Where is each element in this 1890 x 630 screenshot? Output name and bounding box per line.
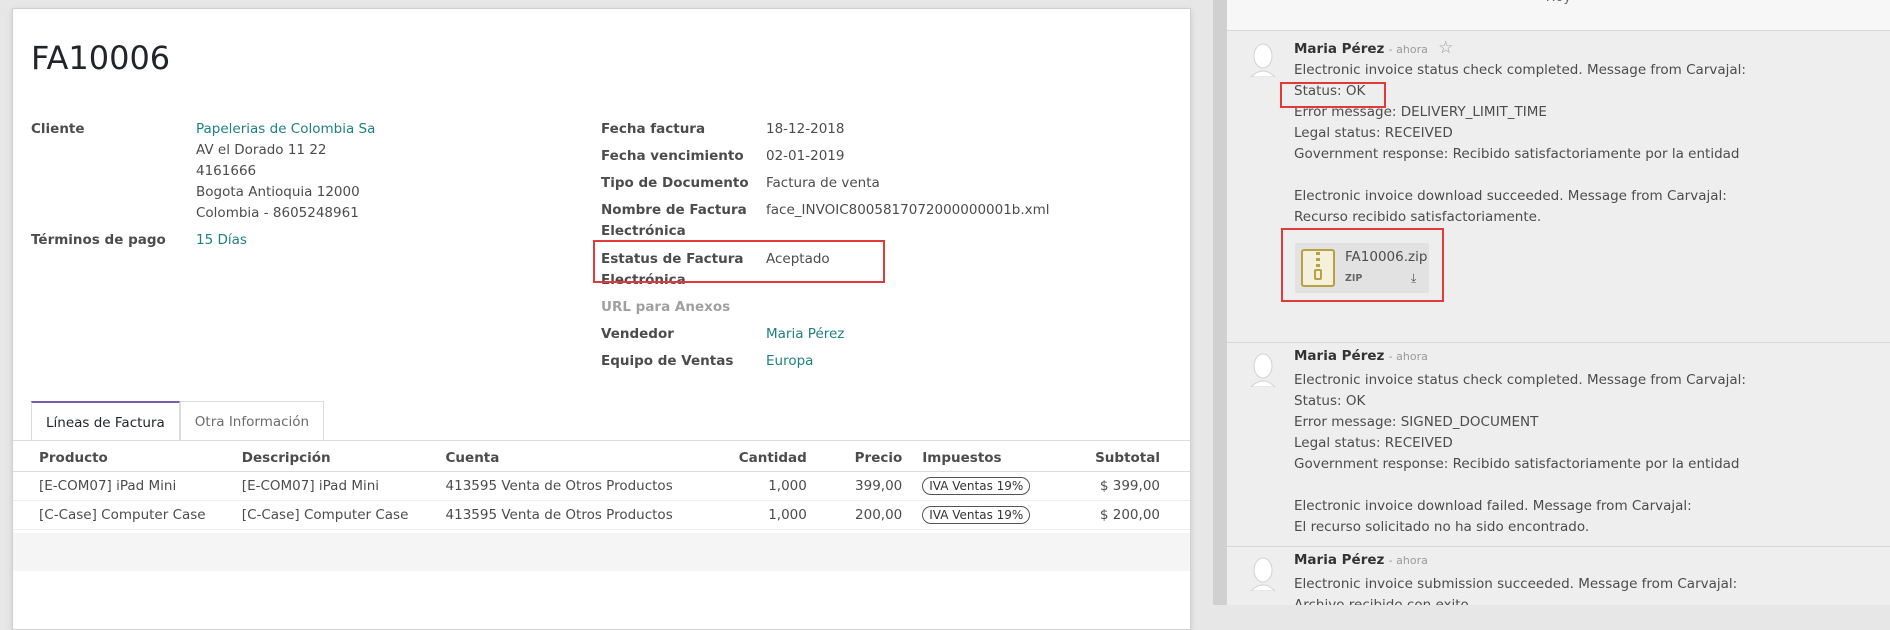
message-line [1294,165,1746,186]
einvoice-status-label: Estatus de Factura [601,251,744,267]
table-row[interactable]: [C-Case] Computer Case [C-Case] Computer… [13,500,1190,530]
salesperson-label: Vendedor [601,326,674,342]
customer-address-line: Colombia - 8605248961 [196,205,359,221]
chatter-message: Maria Pérez - ahora ☆ Electronic invoice… [1227,30,1890,343]
column-header[interactable]: Precio [816,445,913,472]
invoice-date-label: Fecha factura [601,121,706,137]
tax-badge: IVA Ventas 19% [922,506,1031,524]
message-line: Electronic invoice status check complete… [1294,62,1746,78]
zip-file-icon [1301,249,1335,287]
annex-url-label: URL para Anexos [601,299,731,315]
message-author[interactable]: Maria Pérez [1294,552,1384,568]
cell-price: 200,00 [816,500,913,530]
salesperson-link[interactable]: Maria Pérez [766,324,844,345]
table-row[interactable]: [E-COM07] iPad Mini [E-COM07] iPad Mini … [13,471,1190,501]
message-time: - ahora [1388,43,1428,56]
message-line [1294,475,1746,496]
panel-splitter[interactable] [1213,0,1227,605]
einvoice-name-label: Electrónica [601,223,686,239]
avatar-icon [1250,353,1276,387]
einvoice-name-value: face_INVOIC8005817072000000001b.xml [766,202,1050,218]
cell-subtotal: $ 200,00 [1069,500,1190,530]
message-line: Electronic invoice submission succeeded.… [1294,576,1738,592]
customer-address-line: 4161666 [196,163,257,179]
tax-badge: IVA Ventas 19% [922,477,1031,495]
invoice-lines-table: Producto Descripción Cuenta Cantidad Pre… [13,445,1190,530]
payment-terms-label: Términos de pago [31,232,166,248]
message-line: Error message: SIGNED_DOCUMENT [1294,414,1539,430]
due-date-label: Fecha vencimiento [601,148,744,164]
cell-product: [C-Case] Computer Case [13,500,216,530]
tabs-divider [13,440,1190,441]
invoice-form-area: FA10006 Cliente Papelerias de Colombia S… [0,0,1213,630]
chatter-message: Maria Pérez - ahora Electronic invoice s… [1227,546,1890,605]
message-line: Legal status: RECEIVED [1294,125,1453,141]
column-header[interactable]: Cantidad [710,445,817,472]
message-line: Government response: Recibido satisfacto… [1294,146,1740,162]
message-line: Electronic invoice download failed. Mess… [1294,498,1692,514]
sales-team-label: Equipo de Ventas [601,353,734,369]
message-line: Legal status: RECEIVED [1294,435,1453,451]
cell-subtotal: $ 399,00 [1069,471,1190,501]
attachment-ext: ZIP [1345,273,1363,284]
document-type-label: Tipo de Documento [601,175,749,191]
chatter-panel: Hoy Maria Pérez - ahora ☆ Electronic inv… [1227,0,1890,605]
table-header-row: Producto Descripción Cuenta Cantidad Pre… [13,445,1190,472]
cell-price: 399,00 [816,471,913,501]
message-line: Electronic invoice download succeeded. M… [1294,188,1727,204]
message-line: El recurso solicitado no ha sido encontr… [1294,519,1590,535]
customer-label: Cliente [31,121,85,137]
customer-address-line: Bogota Antioquia 12000 [196,184,360,200]
invoice-number: FA10006 [31,39,171,77]
date-separator: Hoy [1227,0,1890,30]
due-date-value: 02-01-2019 [766,148,845,164]
column-header[interactable]: Impuestos [912,445,1070,472]
download-icon[interactable]: ⤓ [1411,271,1416,286]
column-header[interactable]: Subtotal [1069,445,1190,472]
invoice-date-value: 18-12-2018 [766,121,845,137]
message-time: - ahora [1388,350,1428,363]
message-line: Archivo recibido con exito [1294,597,1469,605]
message-author[interactable]: Maria Pérez [1294,41,1384,57]
customer-link[interactable]: Papelerias de Colombia Sa [196,119,375,140]
message-time: - ahora [1388,554,1428,567]
document-type-value: Factura de venta [766,175,880,191]
column-header[interactable]: Producto [13,445,216,472]
message-line: Status: OK [1294,83,1366,99]
cell-account: 413595 Venta de Otros Productos [419,500,711,530]
cell-description: [C-Case] Computer Case [215,500,420,530]
cell-description: [E-COM07] iPad Mini [215,471,420,501]
chatter-message: Maria Pérez - ahora Electronic invoice s… [1227,342,1890,547]
tab-other-info[interactable]: Otra Información [179,401,325,441]
sales-team-link[interactable]: Europa [766,351,813,372]
einvoice-name-label: Nombre de Factura [601,202,747,218]
cell-quantity: 1,000 [710,471,817,501]
column-header[interactable]: Cuenta [419,445,711,472]
cell-quantity: 1,000 [710,500,817,530]
attachment-card[interactable]: FA10006.zip ZIP ⤓ [1295,243,1429,293]
avatar-icon [1250,43,1276,77]
table-empty-row [13,533,1190,571]
einvoice-status-label: Electrónica [601,272,686,288]
message-author[interactable]: Maria Pérez [1294,348,1384,364]
attachment-name: FA10006.zip [1345,249,1428,265]
message-line: Recurso recibido satisfactoriamente. [1294,209,1542,225]
avatar-icon [1250,557,1276,591]
invoice-sheet: FA10006 Cliente Papelerias de Colombia S… [12,8,1191,630]
notebook-tabs: Líneas de Factura Otra Información [31,401,325,441]
einvoice-status-value: Aceptado [766,251,830,267]
customer-address-line: AV el Dorado 11 22 [196,142,327,158]
cell-product: [E-COM07] iPad Mini [13,471,216,501]
message-line: Status: OK [1294,393,1366,409]
star-icon[interactable]: ☆ [1438,38,1453,58]
tab-invoice-lines[interactable]: Líneas de Factura [31,401,180,441]
payment-terms-link[interactable]: 15 Días [196,230,247,251]
message-line: Electronic invoice status check complete… [1294,372,1746,388]
message-line: Government response: Recibido satisfacto… [1294,456,1740,472]
column-header[interactable]: Descripción [215,445,420,472]
message-line: Error message: DELIVERY_LIMIT_TIME [1294,104,1547,120]
cell-account: 413595 Venta de Otros Productos [419,471,711,501]
